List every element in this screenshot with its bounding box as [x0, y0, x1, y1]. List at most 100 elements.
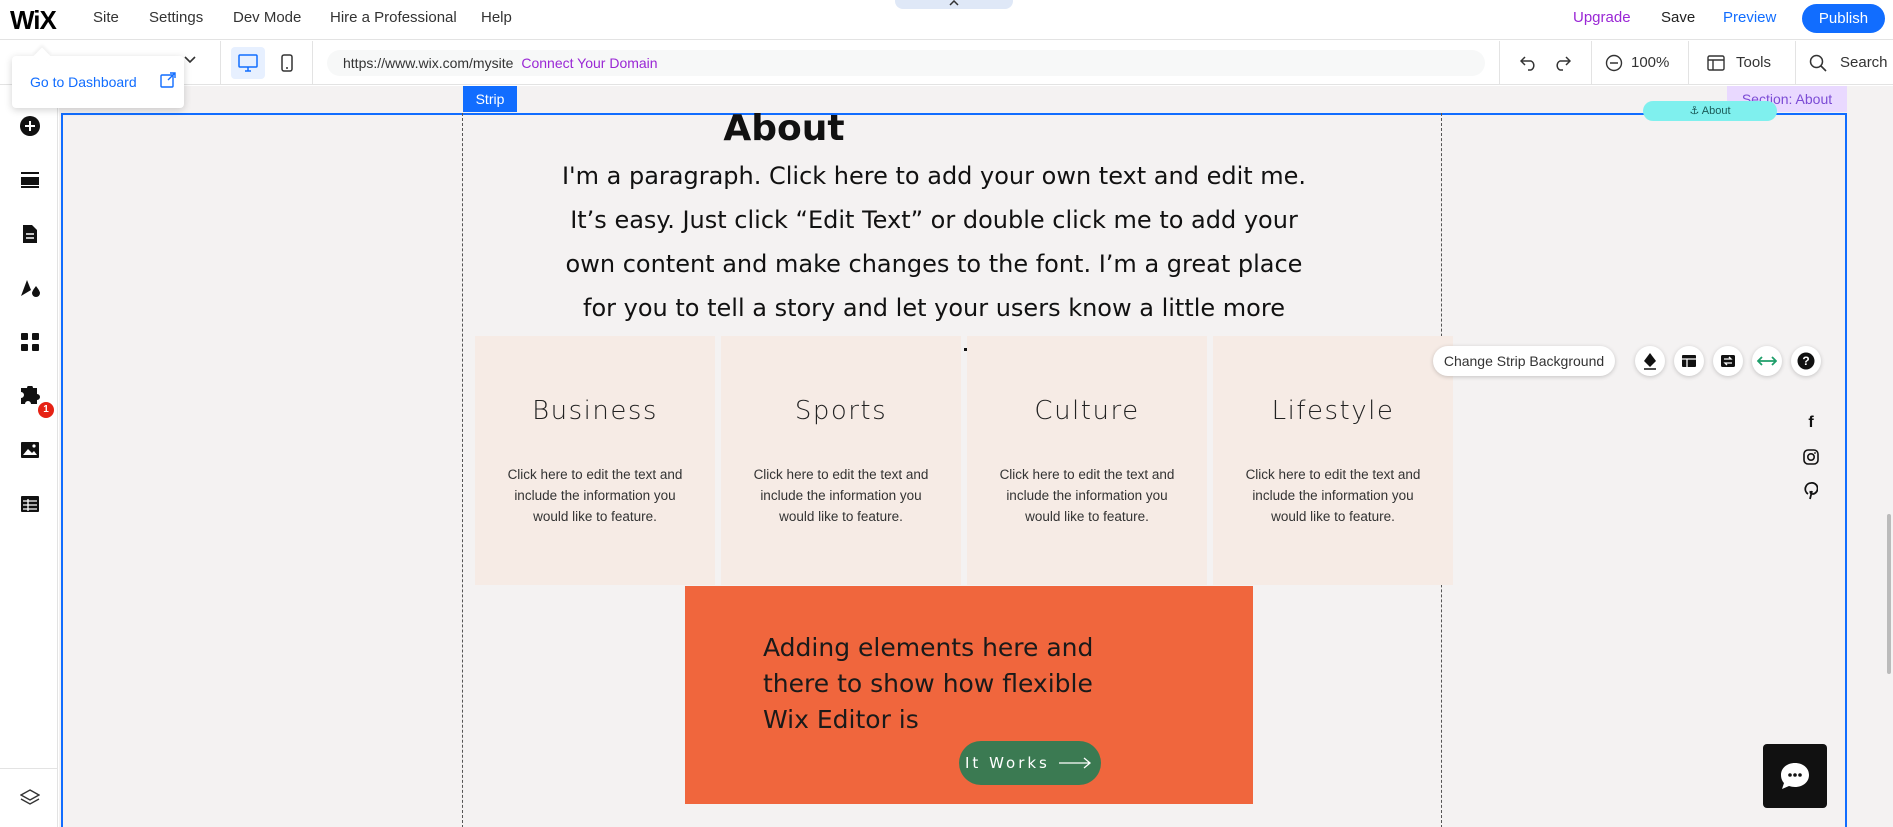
editor-toolbar: https://www.wix.com/mysite Connect Your D… [0, 41, 1893, 85]
change-strip-background-button[interactable]: Change Strip Background [1433, 346, 1615, 376]
card-culture[interactable]: Culture Click here to edit the text and … [967, 336, 1207, 585]
menu-dev-mode[interactable]: Dev Mode [233, 0, 301, 36]
toolbar-divider [312, 41, 313, 85]
instagram-glyph [1803, 449, 1819, 465]
mobile-view-button[interactable] [270, 47, 304, 79]
stretch-arrows-icon [1757, 356, 1777, 366]
tools-icon [1707, 55, 1725, 71]
layers-icon [20, 789, 40, 805]
left-sidebar: 1 [0, 86, 58, 827]
orange-feature-box[interactable]: Adding elements here and there to show h… [685, 586, 1253, 804]
apps-grid-icon [21, 333, 39, 351]
wix-logo[interactable]: WiX [10, 5, 57, 36]
editor-canvas[interactable]: Strip Section: About ⚓ About About I'm a… [59, 86, 1893, 827]
arrow-right-icon [1059, 757, 1092, 769]
go-to-dashboard-link[interactable]: Go to Dashboard [30, 74, 137, 90]
publish-button[interactable]: Publish [1802, 4, 1885, 33]
menu-hire-professional[interactable]: Hire a Professional [330, 0, 457, 36]
gridline-left [462, 113, 463, 827]
toolbar-divider [1795, 41, 1796, 85]
save-button[interactable]: Save [1661, 0, 1695, 36]
connect-domain-link[interactable]: Connect Your Domain [521, 55, 657, 71]
toolbar-divider [1591, 41, 1592, 85]
zoom-out-icon [1605, 54, 1623, 72]
chat-bubble-icon [1781, 763, 1809, 789]
card-sports[interactable]: Sports Click here to edit the text and i… [721, 336, 961, 585]
desktop-icon [238, 54, 258, 72]
mobile-icon [281, 54, 293, 72]
it-works-label: It Works [965, 754, 1050, 772]
anchor-pill[interactable]: ⚓ About [1643, 101, 1777, 121]
site-url: https://www.wix.com/mysite [343, 55, 514, 71]
business-tools-button[interactable] [18, 384, 42, 408]
pages-menu-button[interactable] [18, 222, 42, 246]
search-button[interactable]: Search [1840, 41, 1888, 85]
external-link-icon [160, 72, 176, 88]
sidebar-divider [0, 768, 58, 769]
layers-button[interactable] [18, 786, 42, 810]
page-icon [23, 225, 37, 243]
help-button[interactable]: ? [1791, 346, 1821, 376]
media-button[interactable] [18, 438, 42, 462]
svg-text:?: ? [1802, 354, 1809, 368]
strip-layout-button[interactable] [1674, 346, 1704, 376]
undo-button[interactable] [1517, 51, 1541, 75]
about-paragraph[interactable]: I'm a paragraph. Click here to add your … [554, 154, 1314, 330]
puzzle-icon [21, 386, 40, 404]
search-icon-wrap[interactable] [1806, 51, 1830, 75]
table-icon [21, 496, 39, 512]
site-design-button[interactable] [18, 276, 42, 300]
card-text: Click here to edit the text and include … [507, 467, 683, 524]
switch-layout-icon [1721, 355, 1735, 367]
zoom-out-button[interactable] [1602, 51, 1626, 75]
upgrade-link[interactable]: Upgrade [1573, 0, 1631, 36]
toolbar-divider [1688, 41, 1689, 85]
redo-icon [1556, 56, 1571, 71]
card-title: Culture [1034, 396, 1140, 426]
preview-button[interactable]: Preview [1723, 0, 1776, 36]
about-heading[interactable]: About [499, 108, 1069, 149]
pinterest-glyph [1804, 482, 1818, 500]
card-title: Lifestyle [1271, 396, 1395, 426]
strip-design-button[interactable] [1635, 346, 1665, 376]
menu-site[interactable]: Site [93, 0, 119, 36]
facebook-icon[interactable]: f [1801, 413, 1821, 433]
instagram-icon[interactable] [1801, 447, 1821, 467]
card-text: Click here to edit the text and include … [753, 467, 929, 524]
collapse-toolbar-handle[interactable] [895, 0, 1013, 9]
dashboard-external-link[interactable] [160, 72, 176, 93]
anchor-icon: ⚓ [1689, 105, 1700, 117]
stretch-button[interactable] [1752, 346, 1782, 376]
page-dropdown[interactable] [184, 53, 196, 67]
tools-icon-wrap[interactable] [1704, 51, 1728, 75]
tools-button[interactable]: Tools [1736, 41, 1771, 85]
sections-icon [21, 172, 39, 188]
strip-animation-button[interactable] [1713, 346, 1743, 376]
orange-feature-text[interactable]: Adding elements here and there to show h… [763, 630, 1103, 738]
pinterest-icon[interactable] [1801, 481, 1821, 501]
cms-button[interactable] [18, 492, 42, 516]
menu-settings[interactable]: Settings [149, 0, 203, 36]
add-elements-button[interactable] [18, 114, 42, 138]
chevron-up-icon [949, 0, 959, 6]
menu-help[interactable]: Help [481, 0, 512, 36]
canvas-scrollbar[interactable] [1887, 514, 1891, 674]
site-url-bar: https://www.wix.com/mysite Connect Your D… [327, 50, 1485, 76]
top-menu-bar: WiX Site Settings Dev Mode Hire a Profes… [0, 0, 1893, 40]
search-icon [1809, 54, 1827, 72]
add-section-button[interactable] [18, 168, 42, 192]
zoom-level[interactable]: 100% [1631, 41, 1669, 85]
apps-button[interactable] [18, 330, 42, 354]
card-business[interactable]: Business Click here to edit the text and… [475, 336, 715, 585]
chat-button[interactable] [1763, 744, 1827, 808]
anchor-label: About [1701, 105, 1731, 117]
card-title: Sports [794, 396, 888, 426]
card-text: Click here to edit the text and include … [1245, 467, 1421, 524]
card-text: Click here to edit the text and include … [999, 467, 1175, 524]
it-works-button[interactable]: It Works [959, 741, 1101, 785]
chevron-down-icon [184, 56, 196, 64]
card-lifestyle[interactable]: Lifestyle Click here to edit the text an… [1213, 336, 1453, 585]
desktop-view-button[interactable] [231, 47, 265, 79]
design-icon [21, 280, 40, 297]
redo-button[interactable] [1550, 51, 1574, 75]
